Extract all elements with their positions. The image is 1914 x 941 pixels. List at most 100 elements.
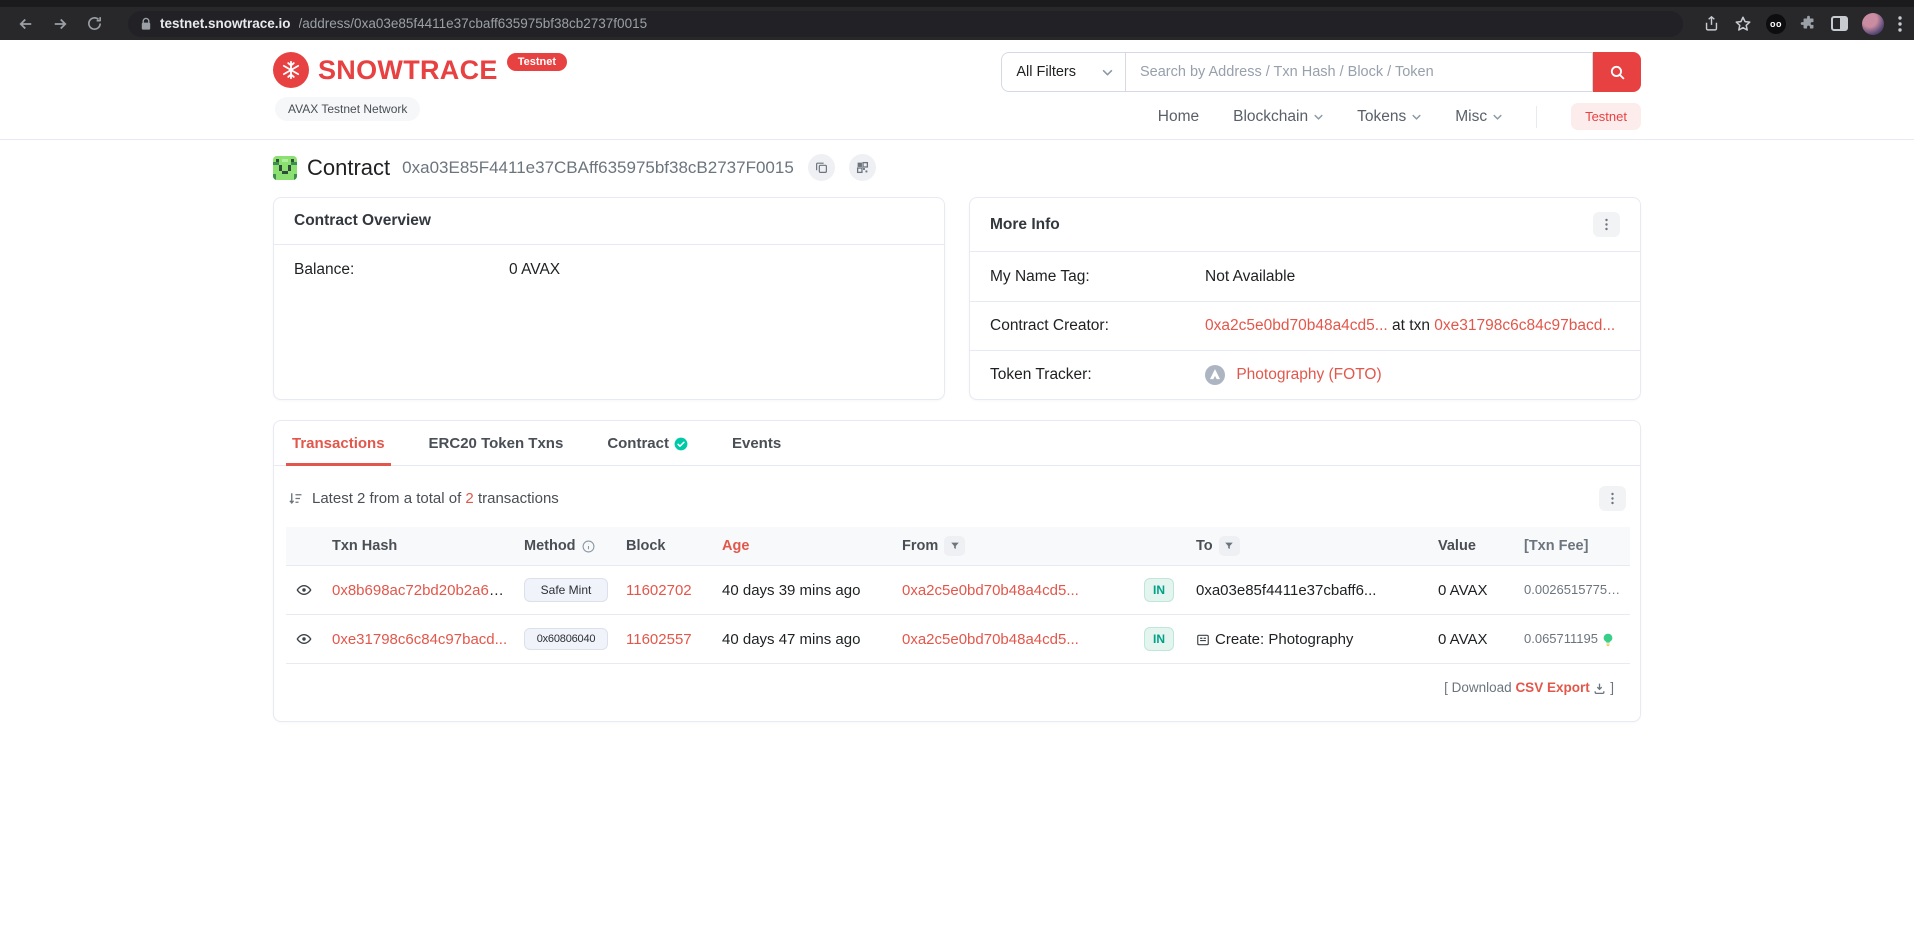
col-to: To: [1188, 527, 1430, 566]
contract-doc-icon: [1196, 633, 1210, 647]
to-address: 0xa03e85f4411e37cbaff6...: [1188, 566, 1430, 615]
window-top-strip: [0, 0, 1914, 7]
search-icon: [1609, 64, 1626, 81]
search-filter-select[interactable]: All Filters: [1001, 52, 1125, 92]
col-method: Method: [516, 527, 618, 566]
share-icon: [1703, 15, 1720, 32]
kebab-menu-icon: [1611, 492, 1614, 505]
info-icon[interactable]: [582, 540, 595, 553]
share-button[interactable]: [1703, 15, 1720, 32]
col-txn-fee: [Txn Fee]: [1516, 527, 1630, 566]
block-link[interactable]: 11602702: [626, 582, 692, 599]
token-tracker-row: Token Tracker: Photography (FOTO): [970, 350, 1640, 399]
site-header: SNOWTRACE Testnet AVAX Testnet Network A…: [0, 40, 1914, 140]
extension-owl-icon[interactable]: oo: [1766, 14, 1786, 34]
search-input[interactable]: [1125, 52, 1593, 92]
filter-select-value: All Filters: [1016, 64, 1076, 80]
copy-icon: [815, 161, 828, 174]
lock-icon: [140, 17, 152, 31]
tab-erc20-token-txns[interactable]: ERC20 Token Txns: [423, 421, 570, 466]
from-address-link[interactable]: 0xa2c5e0bd70b48a4cd5...: [902, 582, 1079, 599]
col-block: Block: [618, 527, 714, 566]
preview-txn-button[interactable]: [294, 580, 314, 600]
qr-code-icon: [856, 161, 869, 174]
eye-icon: [296, 582, 312, 598]
value-cell: 0 AVAX: [1430, 615, 1516, 664]
token-tracker-link[interactable]: Photography (FOTO): [1236, 366, 1381, 383]
name-tag-value: Not Available: [1205, 268, 1295, 286]
col-age-toggle[interactable]: Age: [714, 527, 894, 566]
from-address-link[interactable]: 0xa2c5e0bd70b48a4cd5...: [902, 631, 1079, 648]
csv-export-link[interactable]: CSV Export: [1515, 680, 1589, 695]
to-filter-button[interactable]: [1219, 536, 1240, 556]
tab-transactions[interactable]: Transactions: [286, 421, 391, 466]
address-bar[interactable]: testnet.snowtrace.io/address/0xa03e85f44…: [128, 11, 1683, 37]
csv-export-row: [ Download CSV Export ]: [286, 664, 1628, 695]
contract-overview-card: Contract Overview Balance: 0 AVAX: [273, 197, 945, 400]
block-link[interactable]: 11602557: [626, 631, 692, 648]
forward-icon: [51, 15, 69, 33]
copy-address-button[interactable]: [808, 154, 835, 181]
url-path: /address/0xa03e85f4411e37cbaff635975bf38…: [299, 16, 648, 31]
table-row: 0xe31798c6c84c97bacd... 0x60806040 11602…: [286, 615, 1630, 664]
reload-icon: [86, 15, 103, 32]
txn-hash-link[interactable]: 0x8b698ac72bd20b2a64...: [332, 582, 510, 599]
browser-menu-button[interactable]: [1898, 16, 1902, 32]
bookmark-star-icon: [1734, 15, 1752, 33]
verified-check-icon: [674, 437, 688, 451]
extensions-button[interactable]: [1800, 15, 1817, 32]
nav-item-misc[interactable]: Misc: [1455, 108, 1502, 126]
nav-item-home[interactable]: Home: [1158, 108, 1199, 126]
balance-value: 0 AVAX: [509, 261, 560, 279]
to-contract-create: Create: Photography: [1188, 615, 1430, 664]
value-cell: 0 AVAX: [1430, 566, 1516, 615]
profile-avatar[interactable]: [1862, 13, 1884, 35]
browser-forward-button[interactable]: [46, 10, 74, 38]
creator-txn-link[interactable]: 0xe31798c6c84c97bacd...: [1434, 317, 1615, 334]
more-info-menu-button[interactable]: [1593, 212, 1620, 237]
search-bar: All Filters: [1001, 52, 1641, 92]
network-label[interactable]: AVAX Testnet Network: [275, 97, 420, 121]
more-info-card: More Info My Name Tag: Not Available Con…: [969, 197, 1641, 400]
browser-reload-button[interactable]: [80, 10, 108, 38]
direction-badge: IN: [1144, 578, 1174, 602]
table-menu-button[interactable]: [1599, 486, 1626, 511]
chevron-down-icon: [1412, 114, 1421, 120]
col-from: From: [894, 527, 1136, 566]
direction-badge: IN: [1144, 627, 1174, 651]
method-badge[interactable]: 0x60806040: [524, 628, 608, 650]
page-title: Contract: [307, 155, 390, 181]
txn-hash-link[interactable]: 0xe31798c6c84c97bacd...: [332, 631, 507, 648]
snowflake-logo-icon: [273, 52, 309, 88]
transactions-table: Txn Hash Method Block Age From: [286, 527, 1630, 664]
qr-code-button[interactable]: [849, 154, 876, 181]
testnet-network-button[interactable]: Testnet: [1571, 103, 1641, 130]
chevron-down-icon: [1102, 69, 1113, 76]
preview-txn-button[interactable]: [294, 629, 314, 649]
age-value: 40 days 47 mins ago: [714, 615, 894, 664]
transaction-count: 2: [465, 490, 473, 507]
nav-item-blockchain[interactable]: Blockchain: [1233, 108, 1323, 126]
filter-funnel-icon: [950, 541, 960, 551]
chevron-down-icon: [1314, 114, 1323, 120]
gas-lightbulb-icon[interactable]: [1602, 633, 1614, 647]
snowtrace-logo[interactable]: SNOWTRACE Testnet: [273, 52, 567, 88]
balance-label: Balance:: [294, 261, 509, 279]
logo-text: SNOWTRACE: [318, 52, 498, 88]
contract-creator-label: Contract Creator:: [990, 317, 1205, 335]
side-panel-button[interactable]: [1831, 16, 1848, 31]
method-badge[interactable]: Safe Mint: [524, 578, 608, 602]
tab-contract[interactable]: Contract: [601, 421, 694, 466]
tab-events[interactable]: Events: [726, 421, 787, 466]
name-tag-row: My Name Tag: Not Available: [970, 252, 1640, 301]
browser-back-button[interactable]: [12, 10, 40, 38]
nav-item-tokens[interactable]: Tokens: [1357, 108, 1421, 126]
search-button[interactable]: [1593, 52, 1641, 92]
txn-fee-cell: 0.065711195: [1516, 615, 1630, 664]
from-filter-button[interactable]: [944, 536, 965, 556]
bookmark-button[interactable]: [1734, 15, 1752, 33]
back-icon: [17, 15, 35, 33]
nav-divider: [1536, 106, 1537, 128]
download-icon: [1593, 682, 1606, 695]
creator-address-link[interactable]: 0xa2c5e0bd70b48a4cd5...: [1205, 317, 1388, 334]
